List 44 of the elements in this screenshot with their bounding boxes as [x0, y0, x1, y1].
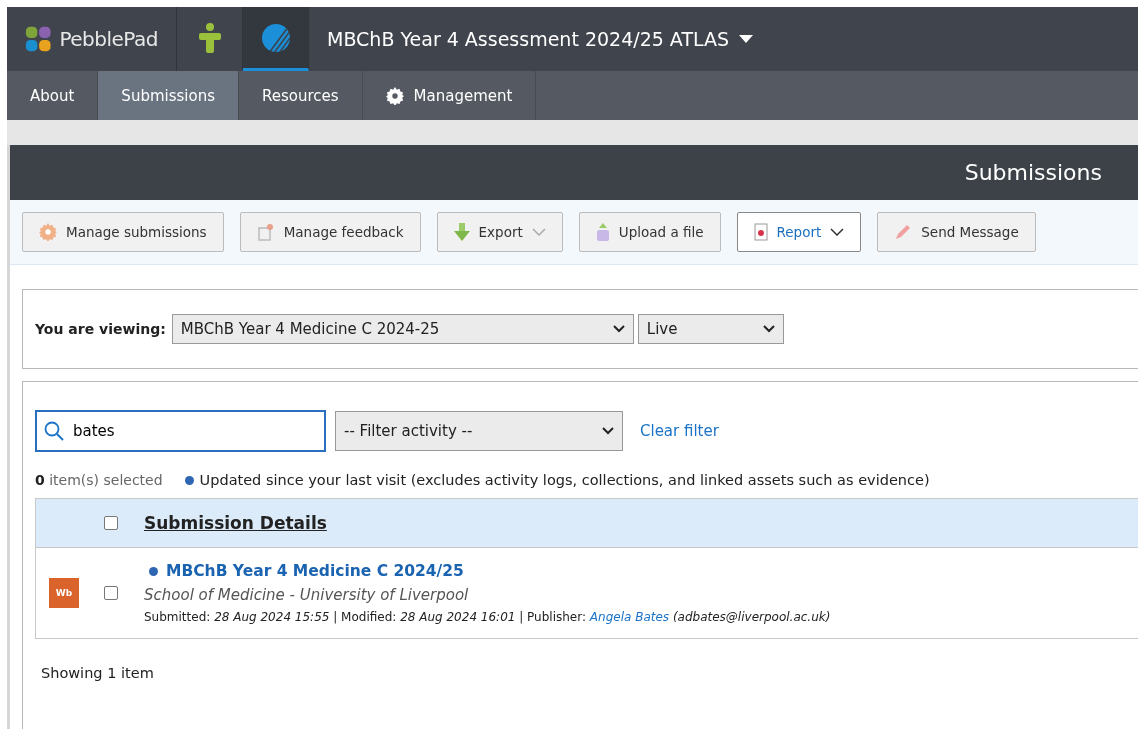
submission-meta: Submitted: 28 Aug 2024 15:55 | Modified: 28 Aug 2024 16:01 | Publisher: Angela Bates (adbates@liverpool.ac.uk) [144, 610, 831, 624]
document-icon [753, 223, 768, 241]
workbook-badge: Wb [49, 578, 79, 608]
row-checkbox[interactable] [104, 586, 118, 600]
person-icon [198, 22, 221, 53]
selected-count: 0 item(s) selected [35, 472, 163, 488]
activity-filter-select[interactable]: -- Filter activity -- [335, 411, 623, 451]
workspace-title-dropdown[interactable]: MBChB Year 4 Assessment 2024/25 ATLAS [309, 7, 772, 71]
select-all-checkbox[interactable] [104, 516, 118, 530]
search-icon [44, 421, 64, 441]
submission-title-link[interactable]: MBChB Year 4 Medicine C 2024/25 [166, 562, 464, 580]
toolbar-button[interactable]: Report [736, 212, 862, 252]
upload-icon [595, 223, 610, 241]
logo-icon [25, 24, 52, 54]
pencil-icon [894, 223, 913, 241]
search-field[interactable]: bates [35, 410, 326, 452]
chevron-icon [762, 325, 775, 333]
chevron-icon [602, 427, 614, 435]
settings-icon [385, 86, 404, 105]
item-count: Showing 1 item [41, 665, 155, 681]
publisher-link[interactable]: Angela Bates [589, 610, 670, 624]
submission-subtitle: School of Medicine - University of Liverpool [144, 586, 470, 604]
clear-filter-link[interactable]: Clear filter [640, 422, 719, 440]
column-heading[interactable]: Submission Details [144, 513, 327, 533]
toolbar-button[interactable]: Manage submissions [22, 212, 224, 252]
app-logo-text: PebblePad [59, 27, 158, 51]
toolbar-button[interactable]: Send Message [877, 212, 1036, 252]
panel-title: Submissions [964, 160, 1102, 185]
gear-icon [39, 223, 57, 241]
status-select[interactable]: Live [637, 314, 784, 344]
note-icon [256, 223, 275, 241]
updated-dot-icon [184, 475, 194, 485]
caret-icon [739, 35, 754, 43]
chevron-icon [612, 325, 625, 333]
app-switch-button[interactable] [243, 7, 309, 71]
globe-icon [260, 22, 291, 53]
toolbar-button[interactable]: Upload a file [578, 212, 721, 252]
nav-tab[interactable]: Submissions [98, 71, 239, 120]
download-icon [453, 223, 470, 241]
viewing-label: You are viewing: [35, 321, 166, 337]
workspace-select[interactable]: MBChB Year 4 Medicine C 2024-25 [171, 314, 634, 344]
toolbar-button[interactable]: Manage feedback [239, 212, 421, 252]
legend-text: Updated since your last visit (excludes activity logs, collections, and linked assets such as evidence) [199, 472, 930, 488]
toolbar-button[interactable]: Export [436, 212, 563, 252]
